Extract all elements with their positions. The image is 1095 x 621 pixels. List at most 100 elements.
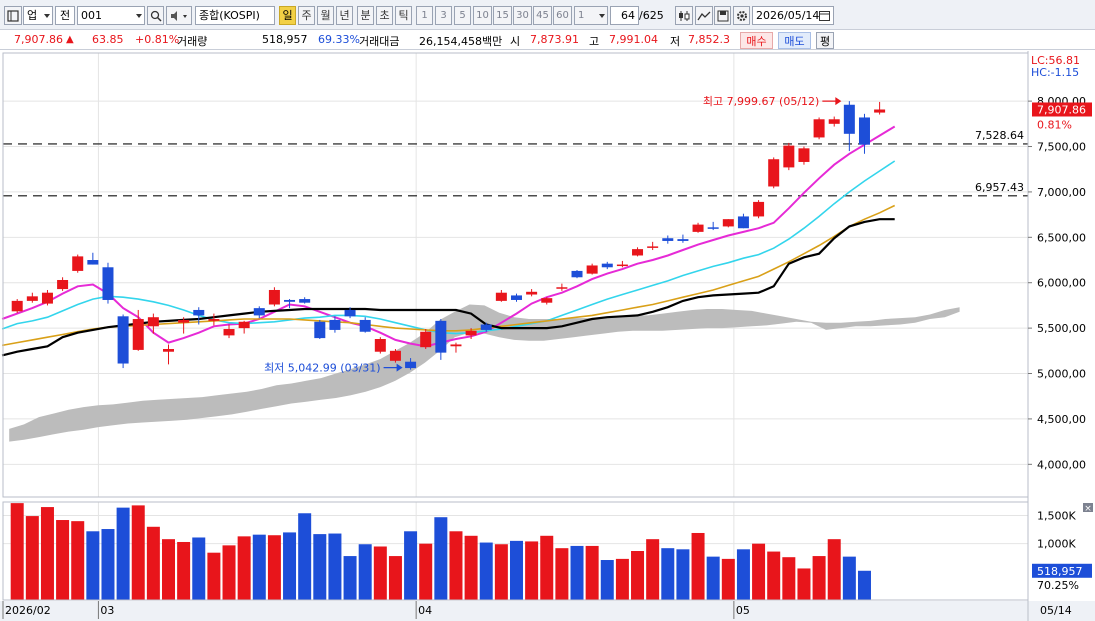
candle-body[interactable] xyxy=(284,299,296,302)
candle-body[interactable] xyxy=(616,264,628,267)
candle-body[interactable] xyxy=(344,309,356,317)
volume-bar[interactable] xyxy=(222,545,236,600)
candle-body[interactable] xyxy=(359,319,371,332)
volume-bar[interactable] xyxy=(540,535,554,600)
candle-body[interactable] xyxy=(692,224,704,232)
volume-bar[interactable] xyxy=(373,546,387,600)
candle-body[interactable] xyxy=(768,159,780,187)
volume-bar[interactable] xyxy=(86,531,100,600)
volume-bar[interactable] xyxy=(434,517,448,600)
candle-body[interactable] xyxy=(102,267,114,300)
candle-body[interactable] xyxy=(541,298,553,303)
stock-name-field[interactable]: 종합(KOSPI) xyxy=(195,6,275,25)
interval-15[interactable]: 15 xyxy=(493,6,512,25)
candle-body[interactable] xyxy=(405,361,417,369)
buy-button[interactable]: 매수 xyxy=(740,32,773,49)
candle-type-icon[interactable] xyxy=(675,6,693,25)
volume-bar[interactable] xyxy=(797,568,811,600)
volume-bar[interactable] xyxy=(267,535,281,600)
interval-60[interactable]: 60 xyxy=(553,6,572,25)
volume-bar[interactable] xyxy=(177,541,191,600)
volume-bar[interactable] xyxy=(570,545,584,600)
volume-bar[interactable] xyxy=(631,551,645,600)
volume-bar[interactable] xyxy=(479,542,493,600)
volume-bar[interactable] xyxy=(358,544,372,600)
candle-body[interactable] xyxy=(132,319,144,350)
candle-body[interactable] xyxy=(753,201,765,217)
period-year[interactable]: 년 xyxy=(336,6,353,25)
candle-body[interactable] xyxy=(26,296,38,301)
candle-body[interactable] xyxy=(147,317,159,327)
window-icon[interactable] xyxy=(4,6,22,25)
volume-bar[interactable] xyxy=(661,548,675,600)
interval-10[interactable]: 10 xyxy=(473,6,492,25)
volume-bar[interactable] xyxy=(116,507,130,600)
volume-bar[interactable] xyxy=(131,505,145,600)
interval-1[interactable]: 1 xyxy=(416,6,433,25)
speaker-icon[interactable] xyxy=(166,6,192,25)
draw-tool-icon[interactable] xyxy=(695,6,713,25)
volume-bar[interactable] xyxy=(298,513,312,600)
candle-body[interactable] xyxy=(677,239,689,241)
volume-bar[interactable] xyxy=(676,549,690,600)
candle-body[interactable] xyxy=(420,331,432,348)
volume-bar[interactable] xyxy=(101,529,115,600)
candle-body[interactable] xyxy=(450,344,462,347)
candle-body[interactable] xyxy=(526,291,538,295)
volume-bar[interactable] xyxy=(509,540,523,600)
period-second[interactable]: 초 xyxy=(376,6,393,25)
candle-body[interactable] xyxy=(813,119,825,138)
volume-bar[interactable] xyxy=(388,556,402,600)
candle-body[interactable] xyxy=(798,148,810,162)
period-week[interactable]: 주 xyxy=(298,6,315,25)
candle-body[interactable] xyxy=(571,270,583,278)
candle-body[interactable] xyxy=(299,299,311,303)
candle-body[interactable] xyxy=(510,295,522,300)
volume-bar[interactable] xyxy=(736,549,750,600)
volume-bar[interactable] xyxy=(313,534,327,600)
volume-bar[interactable] xyxy=(752,543,766,600)
candle-body[interactable] xyxy=(556,287,568,289)
search-icon[interactable] xyxy=(147,6,164,25)
code-input[interactable]: 001 xyxy=(77,6,145,25)
candle-body[interactable] xyxy=(874,109,886,113)
market-select[interactable]: 업 xyxy=(23,6,53,25)
volume-bar[interactable] xyxy=(812,556,826,600)
volume-bar[interactable] xyxy=(25,516,39,600)
candle-body[interactable] xyxy=(178,319,190,323)
volume-bar[interactable] xyxy=(827,539,841,600)
candle-body[interactable] xyxy=(193,309,205,316)
interval-5[interactable]: 5 xyxy=(454,6,471,25)
sell-button[interactable]: 매도 xyxy=(778,32,811,49)
candle-body[interactable] xyxy=(268,289,280,305)
volume-bar[interactable] xyxy=(207,552,221,600)
interval-3[interactable]: 3 xyxy=(435,6,452,25)
candle-body[interactable] xyxy=(163,349,174,352)
candle-body[interactable] xyxy=(374,339,386,352)
save-icon[interactable] xyxy=(714,6,731,25)
volume-bar[interactable] xyxy=(404,531,418,600)
eval-button[interactable]: 평 xyxy=(816,32,834,49)
volume-bar[interactable] xyxy=(615,558,629,600)
period-tick[interactable]: 틱 xyxy=(395,6,412,25)
volume-bar[interactable] xyxy=(464,535,478,600)
calendar-icon[interactable] xyxy=(819,10,830,21)
price-chart[interactable]: 7,528.64 6,957.43 × 4,000,00 4,500,00 5,000… xyxy=(0,51,1095,621)
candle-body[interactable] xyxy=(586,265,598,274)
candle-body[interactable] xyxy=(208,319,220,321)
candle-body[interactable] xyxy=(72,256,84,271)
volume-bar[interactable] xyxy=(600,560,614,600)
volume-bar[interactable] xyxy=(525,541,539,600)
candle-body[interactable] xyxy=(707,227,719,229)
candle-body[interactable] xyxy=(314,321,326,339)
candle-body[interactable] xyxy=(238,321,250,329)
volume-bar[interactable] xyxy=(767,551,781,600)
volume-bar[interactable] xyxy=(706,556,720,600)
gear-icon[interactable] xyxy=(733,6,750,25)
candle-body[interactable] xyxy=(737,216,749,229)
candle-body[interactable] xyxy=(41,292,53,304)
interval-select[interactable]: 1 xyxy=(574,6,608,25)
period-month[interactable]: 월 xyxy=(317,6,334,25)
volume-bar[interactable] xyxy=(585,545,599,600)
volume-bar[interactable] xyxy=(10,503,24,600)
